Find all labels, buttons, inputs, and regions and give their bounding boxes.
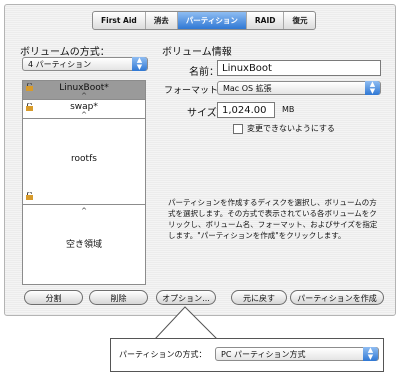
partition-scheme-value: PC パーティション方式 (221, 350, 306, 359)
partition-scheme-select[interactable]: PC パーティション方式 ▲ ▼ (215, 347, 379, 361)
partition-scheme-popup: パーティションの方式： PC パーティション方式 ▲ ▼ (110, 338, 384, 372)
chevron-updown-icon: ▲ ▼ (363, 347, 378, 361)
partition-scheme-label: パーティションの方式： (119, 350, 207, 359)
callout-pointer (154, 306, 218, 340)
